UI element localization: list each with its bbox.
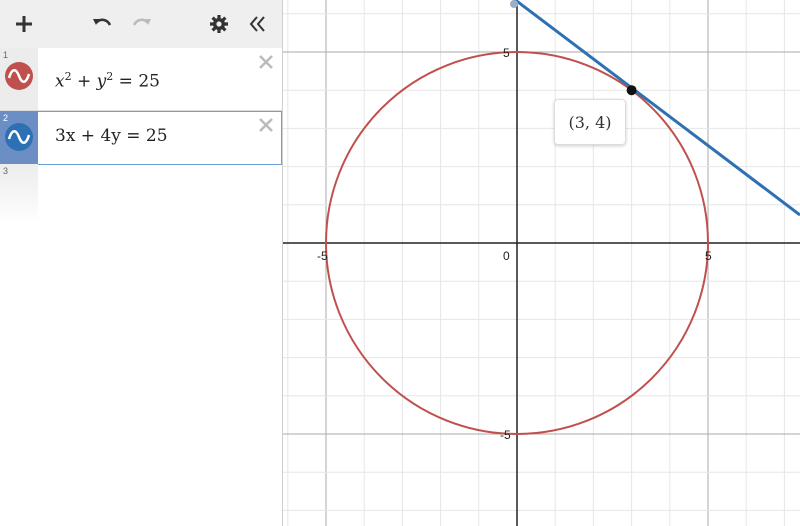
tick-label-y-neg5: -5: [500, 428, 511, 442]
expression-number: 2: [3, 113, 9, 123]
point-label[interactable]: (3, 4): [554, 99, 626, 145]
expression-gutter: 1: [0, 48, 38, 110]
close-icon[interactable]: [258, 117, 274, 133]
operator: +: [71, 71, 97, 92]
tangent-point[interactable]: [626, 85, 637, 96]
double-chevron-left-icon[interactable]: [246, 12, 270, 36]
undo-icon[interactable]: [90, 12, 114, 36]
graph-canvas[interactable]: -5 0 5 5 -5: [283, 0, 800, 526]
plus-icon[interactable]: [12, 12, 36, 36]
wave-icon[interactable]: [5, 62, 33, 90]
expression-gutter: 2: [0, 111, 38, 164]
expression-number: 1: [3, 50, 9, 60]
expression-row-2[interactable]: 2 3x + 4y = 25: [0, 111, 282, 165]
var-y: y: [96, 71, 107, 92]
expression-number: 3: [3, 166, 9, 176]
tick-label-x-neg5: -5: [317, 249, 328, 263]
tick-label-x-5: 5: [705, 249, 712, 263]
redo-icon[interactable]: [130, 12, 154, 36]
close-icon[interactable]: [258, 54, 274, 70]
empty-expression-row[interactable]: 3: [0, 164, 38, 224]
gear-icon[interactable]: [207, 12, 231, 36]
tick-label-y-5: 5: [503, 46, 510, 60]
exponent: 2: [64, 70, 72, 83]
expression-list-panel: 1 x2 + y2 = 25 2 3x + 4y = 25 3: [0, 0, 283, 526]
tick-label-origin: 0: [503, 249, 510, 263]
expression-toolbar: [0, 0, 282, 49]
expression-math[interactable]: 3x + 4y = 25: [55, 126, 168, 146]
wave-icon[interactable]: [5, 123, 33, 151]
equation-rest: = 25: [113, 71, 160, 92]
grid-lines: [283, 0, 800, 526]
offscreen-marker: [510, 0, 518, 8]
var-x: x: [55, 71, 65, 92]
expression-row-1[interactable]: 1 x2 + y2 = 25: [0, 48, 282, 111]
expression-math[interactable]: x2 + y2 = 25: [55, 70, 160, 92]
